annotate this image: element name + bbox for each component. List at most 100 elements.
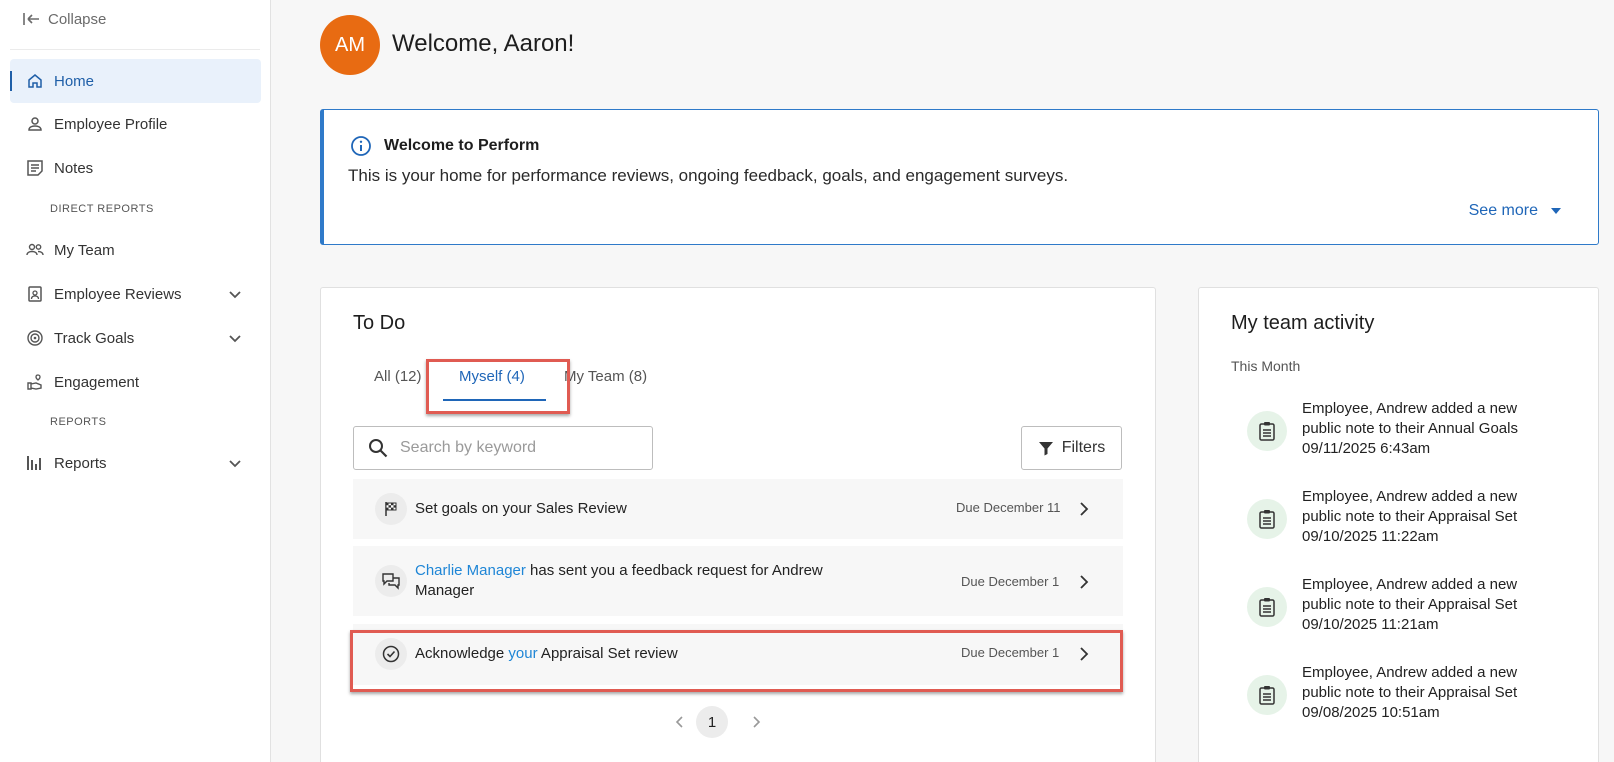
activity-item[interactable]: Employee, Andrew added a new public note… (1247, 487, 1577, 553)
todo-card: To Do All (12) Myself (4) My Team (8) Fi… (320, 287, 1156, 762)
sidebar-item-label: Home (54, 72, 95, 90)
sidebar-item-my-team[interactable]: My Team (10, 228, 261, 272)
note-icon (1247, 675, 1287, 715)
sidebar-item-reports[interactable]: Reports (10, 441, 261, 485)
task-link[interactable]: your (508, 645, 537, 662)
collapse-button[interactable]: Collapse (22, 8, 106, 30)
chevron-right-icon[interactable] (1076, 501, 1092, 517)
active-tab-indicator (443, 399, 546, 401)
sidebar-item-label: Notes (54, 159, 94, 177)
check-circle-icon (375, 638, 407, 670)
engagement-icon (27, 374, 42, 390)
activity-title: My team activity (1231, 312, 1375, 334)
see-more-button[interactable]: See more (1469, 202, 1562, 220)
collapse-label: Collapse (48, 10, 107, 28)
activity-line: public note to their Appraisal Set (1302, 596, 1518, 613)
sidebar-item-label: Reports (54, 454, 107, 472)
todo-title: To Do (353, 312, 406, 334)
sidebar-item-label: Employee Profile (54, 115, 168, 133)
task-text: Charlie Manager has sent you a feedback … (415, 561, 855, 601)
bar-chart-icon (27, 456, 41, 470)
tab-all[interactable]: All (12) (374, 368, 422, 385)
banner-text: This is your home for performance review… (348, 166, 1069, 185)
sidebar: Collapse Home Employee Profile Notes DIR… (0, 0, 271, 762)
flag-icon (375, 493, 407, 525)
info-icon (351, 136, 371, 156)
avatar[interactable]: AM (320, 15, 380, 75)
task-text-main: Appraisal Set review (537, 645, 678, 662)
activity-item[interactable]: Employee, Andrew added a new public note… (1247, 575, 1577, 641)
sidebar-item-home[interactable]: Home (10, 59, 261, 103)
sidebar-divider (10, 49, 260, 50)
sidebar-item-label: Track Goals (54, 329, 135, 347)
person-icon (28, 117, 42, 131)
chevron-down-icon[interactable] (227, 455, 243, 471)
tab-my-team[interactable]: My Team (8) (564, 368, 647, 385)
chevron-right-icon[interactable] (1076, 646, 1092, 662)
task-due-date: Due December 1 (961, 645, 1060, 660)
search-icon (369, 439, 388, 458)
chevron-down-icon[interactable] (227, 330, 243, 346)
activity-time: 09/10/2025 11:22am (1302, 528, 1439, 545)
chevron-down-icon[interactable] (227, 286, 243, 302)
activity-text: Employee, Andrew added a new public note… (1302, 663, 1572, 723)
activity-item[interactable]: Employee, Andrew added a new public note… (1247, 663, 1577, 729)
page-number[interactable]: 1 (696, 706, 728, 738)
task-text: Set goals on your Sales Review (415, 499, 627, 519)
filters-label: Filters (1061, 439, 1106, 456)
sidebar-item-label: Engagement (54, 373, 140, 391)
review-badge-icon (28, 286, 42, 302)
team-activity-card: My team activity This Month Employee, An… (1198, 287, 1599, 762)
activity-subtitle: This Month (1231, 358, 1301, 374)
activity-item[interactable]: Employee, Andrew added a new public note… (1247, 399, 1577, 465)
team-icon (26, 243, 44, 256)
home-icon (28, 74, 42, 88)
sidebar-item-label: My Team (54, 241, 115, 259)
activity-line: Employee, Andrew added a new (1302, 488, 1518, 505)
task-due-date: Due December 1 (961, 574, 1060, 589)
chevron-right-icon[interactable] (1076, 574, 1092, 590)
sidebar-item-engagement[interactable]: Engagement (10, 360, 261, 404)
activity-line: Employee, Andrew added a new (1302, 400, 1518, 417)
section-label-reports: REPORTS (50, 416, 107, 428)
sidebar-item-label: Employee Reviews (54, 285, 182, 303)
sidebar-item-employee-profile[interactable]: Employee Profile (10, 102, 261, 146)
task-person-link[interactable]: Charlie Manager (415, 562, 526, 579)
sidebar-item-track-goals[interactable]: Track Goals (10, 316, 261, 360)
activity-line: public note to their Appraisal Set (1302, 684, 1518, 701)
notes-icon (27, 160, 43, 176)
task-row[interactable]: Charlie Manager has sent you a feedback … (353, 546, 1123, 616)
activity-line: public note to their Appraisal Set (1302, 508, 1518, 525)
info-banner: Welcome to Perform This is your home for… (320, 109, 1599, 245)
search-input[interactable] (400, 439, 640, 457)
sidebar-item-employee-reviews[interactable]: Employee Reviews (10, 272, 261, 316)
task-row[interactable]: Acknowledge your Appraisal Set review Du… (353, 624, 1123, 685)
task-text-prefix: Acknowledge (415, 645, 509, 662)
sidebar-item-notes[interactable]: Notes (10, 146, 261, 190)
activity-line: Employee, Andrew added a new (1302, 664, 1518, 681)
tab-myself[interactable]: Myself (4) (459, 368, 525, 385)
see-more-label: See more (1468, 202, 1538, 219)
next-page-icon[interactable] (750, 716, 762, 728)
activity-time: 09/11/2025 6:43am (1302, 440, 1431, 457)
activity-text: Employee, Andrew added a new public note… (1302, 399, 1572, 459)
note-icon (1247, 499, 1287, 539)
task-due-date: Due December 11 (956, 500, 1061, 515)
task-row[interactable]: Set goals on your Sales Review Due Decem… (353, 479, 1123, 539)
filter-icon (1038, 442, 1053, 456)
caret-down-icon (1551, 208, 1561, 214)
prev-page-icon[interactable] (674, 716, 686, 728)
collapse-icon (23, 13, 39, 25)
task-text: Acknowledge your Appraisal Set review (415, 644, 678, 664)
task-text-main: Set goals on your Sales Review (415, 500, 627, 517)
filters-button[interactable]: Filters (1021, 426, 1122, 470)
activity-text: Employee, Andrew added a new public note… (1302, 487, 1572, 547)
banner-title: Welcome to Perform (384, 137, 540, 154)
page-title: Welcome, Aaron! (392, 30, 575, 57)
note-icon (1247, 411, 1287, 451)
target-icon (27, 330, 43, 346)
activity-line: Employee, Andrew added a new (1302, 576, 1518, 593)
search-box[interactable] (353, 426, 653, 470)
activity-line: public note to their Annual Goals (1302, 420, 1518, 437)
activity-text: Employee, Andrew added a new public note… (1302, 575, 1572, 635)
